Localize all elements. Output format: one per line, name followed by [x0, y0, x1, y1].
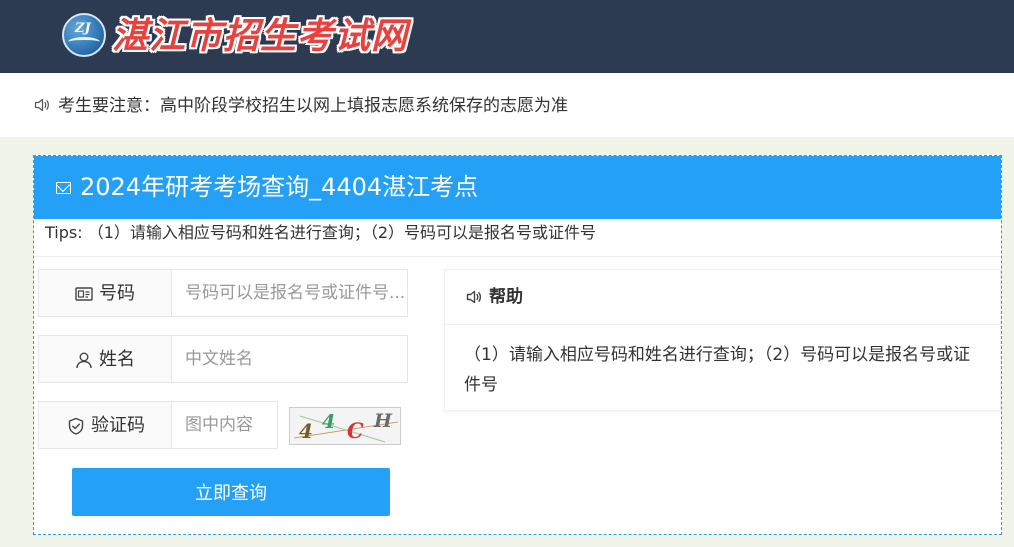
submit-query-button[interactable]: 立即查询 — [72, 468, 390, 516]
name-label: 姓名 — [99, 349, 135, 370]
captcha-field-row: 验证码 — [38, 401, 278, 449]
name-label-box: 姓名 — [39, 336, 172, 382]
id-card-icon — [75, 287, 93, 301]
notice-text[interactable]: 考生要注意：高中阶段学校招生以网上填报志愿系统保存的志愿为准 — [58, 95, 568, 117]
help-title: 帮助 — [489, 287, 523, 307]
site-header: ZJ 湛江市招生考试网 — [0, 0, 1014, 73]
help-body: （1）请输入相应号码和姓名进行查询；（2）号码可以是报名号或证件号 — [464, 345, 971, 395]
captcha-char: 4 — [322, 411, 336, 433]
speaker-icon — [466, 290, 482, 304]
shield-check-icon — [68, 417, 84, 435]
captcha-label-box: 验证码 — [39, 402, 172, 448]
name-field-row: 姓名 — [38, 335, 408, 383]
name-input[interactable] — [173, 336, 407, 382]
number-input[interactable] — [173, 270, 407, 316]
divider — [34, 256, 1001, 257]
help-header: 帮助 — [445, 270, 1000, 325]
logo-mark: ZJ — [75, 21, 91, 36]
query-card: 2024年研考考场查询_4404湛江考点 Tips: （1）请输入相应号码和姓名… — [33, 155, 1002, 535]
captcha-char: 4 — [299, 419, 313, 443]
user-icon — [76, 352, 92, 369]
notice-bar: 考生要注意：高中阶段学校招生以网上填报志愿系统保存的志愿为准 — [0, 73, 1014, 137]
number-label: 号码 — [99, 283, 135, 304]
captcha-image[interactable]: 4 4 C H — [289, 407, 401, 445]
number-field-row: 号码 — [38, 269, 408, 317]
mail-icon — [56, 182, 71, 194]
logo-emblem-icon[interactable]: ZJ — [62, 13, 106, 57]
card-header: 2024年研考考场查询_4404湛江考点 — [34, 156, 1001, 219]
tips-text: Tips: （1）请输入相应号码和姓名进行查询；（2）号码可以是报名号或证件号 — [45, 223, 597, 242]
captcha-char: C — [347, 418, 364, 443]
help-panel: 帮助 （1）请输入相应号码和姓名进行查询；（2）号码可以是报名号或证件号 — [444, 269, 1001, 411]
speaker-icon — [34, 98, 49, 112]
captcha-label: 验证码 — [91, 415, 145, 436]
captcha-input[interactable] — [173, 402, 277, 448]
captcha-char: H — [374, 410, 392, 432]
site-logo-text[interactable]: 湛江市招生考试网 — [112, 14, 408, 58]
card-title: 2024年研考考场查询_4404湛江考点 — [80, 173, 479, 201]
number-label-box: 号码 — [39, 270, 172, 316]
